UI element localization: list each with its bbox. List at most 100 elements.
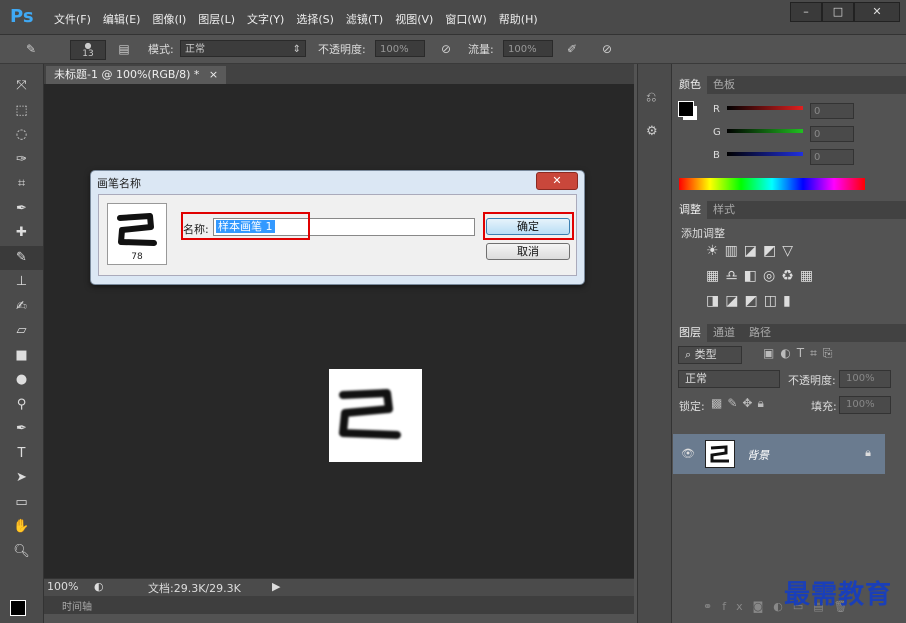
green-slider[interactable] (727, 129, 803, 133)
curves-icon[interactable]: ◪ (744, 243, 757, 259)
history-brush-tool-icon[interactable]: ✍ (0, 295, 43, 320)
menu-bar: Ps 文件(F) 编辑(E) 图像(I) 图层(L) 文字(Y) 选择(S) 滤… (0, 0, 906, 35)
quick-select-tool-icon[interactable]: ✑ (0, 148, 43, 173)
menu-select[interactable]: 选择(S) (290, 11, 340, 27)
visibility-eye-icon[interactable]: 👁︎ (681, 447, 695, 460)
green-value[interactable]: 0 (810, 126, 854, 142)
foreground-color-swatch[interactable] (10, 600, 26, 616)
pressure-size-icon[interactable]: ⊘ (598, 40, 616, 58)
eyedropper-tool-icon[interactable]: ✒ (0, 197, 43, 222)
green-slider-row: G (713, 127, 721, 141)
status-info-icon[interactable]: ◐ (94, 580, 104, 593)
stamp-tool-icon[interactable]: ⊥ (0, 270, 43, 295)
layer-filter-select[interactable]: ⌕ 类型 (678, 346, 742, 364)
minimize-button[interactable]: – (790, 2, 822, 22)
maximize-button[interactable]: □ (822, 2, 854, 22)
dodge-tool-icon[interactable]: ⚲ (0, 393, 43, 418)
foreground-color-chip[interactable] (678, 101, 694, 117)
invert-icon[interactable]: ◨ (706, 293, 719, 309)
brush-size-picker[interactable]: ● 13 (70, 40, 106, 60)
red-value[interactable]: 0 (810, 103, 854, 119)
layer-filter-icons[interactable]: ▣◐T⌗⎘ (763, 346, 839, 361)
layer-opacity-field[interactable]: 100% (839, 370, 891, 388)
tab-channels[interactable]: 通道 (707, 324, 741, 342)
blue-value[interactable]: 0 (810, 149, 854, 165)
menu-help[interactable]: 帮助(H) (493, 11, 544, 27)
marquee-tool-icon[interactable]: ⬚ (0, 99, 43, 124)
menu-filter[interactable]: 滤镜(T) (340, 11, 389, 27)
tab-layers[interactable]: 图层 (673, 324, 707, 342)
history-panel-icon[interactable]: ⎌ (646, 90, 656, 105)
menu-view[interactable]: 视图(V) (389, 11, 439, 27)
color-spectrum-bar[interactable] (679, 178, 865, 190)
menu-layer[interactable]: 图层(L) (192, 11, 241, 27)
flow-field[interactable]: 100% (503, 40, 553, 57)
tab-close-icon[interactable]: × (209, 68, 218, 81)
blue-slider[interactable] (727, 152, 803, 156)
menu-window[interactable]: 窗口(W) (439, 11, 492, 27)
opacity-field[interactable]: 100% (375, 40, 425, 57)
threshold-icon[interactable]: ◩ (744, 293, 757, 309)
lasso-tool-icon[interactable]: ◌ (0, 123, 43, 148)
airbrush-icon[interactable]: ✐ (563, 40, 581, 58)
collapsed-panels: ⎌ ⚙ (637, 64, 672, 623)
move-tool-icon[interactable]: ⤧ (0, 74, 43, 99)
layer-row[interactable]: 👁︎ 背景 🔒︎ (673, 434, 885, 474)
status-menu-arrow-icon[interactable]: ▶ (272, 580, 280, 593)
brush-panel-toggle-icon[interactable]: ▤ (115, 40, 133, 58)
healing-tool-icon[interactable]: ✚ (0, 221, 43, 246)
menu-image[interactable]: 图像(I) (146, 11, 192, 27)
blend-mode-select[interactable]: 正常 (678, 370, 780, 388)
photo-filter-icon[interactable]: ◎ (763, 268, 775, 284)
canvas-area[interactable] (44, 84, 634, 578)
hand-tool-icon[interactable]: ✋ (0, 515, 43, 540)
menu-file[interactable]: 文件(F) (48, 11, 97, 27)
pen-tool-icon[interactable]: ✒ (0, 417, 43, 442)
color-balance-icon[interactable]: ♎ (725, 268, 738, 284)
document-canvas[interactable] (329, 369, 422, 462)
posterize-icon[interactable]: ◪ (725, 293, 738, 309)
crop-tool-icon[interactable]: ⌗ (0, 172, 43, 197)
red-slider[interactable] (727, 106, 803, 110)
menu-type[interactable]: 文字(Y) (241, 11, 290, 27)
gradient-map-icon[interactable]: ▮ (783, 293, 791, 309)
properties-panel-icon[interactable]: ⚙ (646, 124, 658, 139)
zoom-level[interactable]: 100% (47, 580, 78, 593)
add-adjustment-title: 添加调整 (681, 227, 725, 240)
blur-tool-icon[interactable]: ● (0, 368, 43, 393)
layer-name[interactable]: 背景 (747, 447, 769, 463)
gradient-tool-icon[interactable]: ■ (0, 344, 43, 369)
menu-edit[interactable]: 编辑(E) (97, 11, 147, 27)
path-select-tool-icon[interactable]: ➤ (0, 466, 43, 491)
tab-swatches[interactable]: 色板 (707, 76, 741, 94)
timeline-label[interactable]: 时间轴 (62, 598, 92, 613)
eraser-tool-icon[interactable]: ▱ (0, 319, 43, 344)
selective-color-icon[interactable]: ◫ (764, 293, 777, 309)
exposure-icon[interactable]: ◩ (763, 243, 776, 259)
cancel-button[interactable]: 取消 (486, 243, 570, 260)
adjustment-icons-row-2: ▦ ♎ ◧ ◎ ♻ ▦ (706, 268, 813, 284)
vibrance-icon[interactable]: ▽ (782, 243, 793, 259)
dialog-close-button[interactable]: ✕ (536, 172, 578, 190)
tab-adjustments[interactable]: 调整 (673, 201, 707, 219)
black-white-icon[interactable]: ◧ (744, 268, 757, 284)
tab-styles[interactable]: 样式 (707, 201, 741, 219)
lock-icons[interactable]: ▩✎✥🔒︎ (711, 396, 769, 411)
color-lookup-icon[interactable]: ▦ (800, 268, 813, 284)
brush-preset-icon[interactable]: ✎ (22, 40, 40, 58)
zoom-tool-icon[interactable]: 🔍︎ (0, 540, 43, 565)
brush-tool-icon[interactable]: ✎ (0, 245, 43, 270)
hue-saturation-icon[interactable]: ▦ (706, 268, 719, 284)
close-button[interactable]: ✕ (854, 2, 900, 22)
shape-tool-icon[interactable]: ▭ (0, 491, 43, 516)
mode-select[interactable]: 正常 ⇕ (180, 40, 306, 57)
brightness-icon[interactable]: ☀ (706, 243, 719, 259)
pressure-opacity-icon[interactable]: ⊘ (437, 40, 455, 58)
type-tool-icon[interactable]: T (0, 442, 43, 467)
document-tab[interactable]: 未标题-1 @ 100%(RGB/8) * × (46, 66, 227, 84)
fill-field[interactable]: 100% (839, 396, 891, 414)
tab-color[interactable]: 颜色 (673, 76, 707, 94)
tab-paths[interactable]: 路径 (743, 324, 777, 342)
channel-mixer-icon[interactable]: ♻ (781, 268, 794, 284)
levels-icon[interactable]: ▥ (725, 243, 738, 259)
